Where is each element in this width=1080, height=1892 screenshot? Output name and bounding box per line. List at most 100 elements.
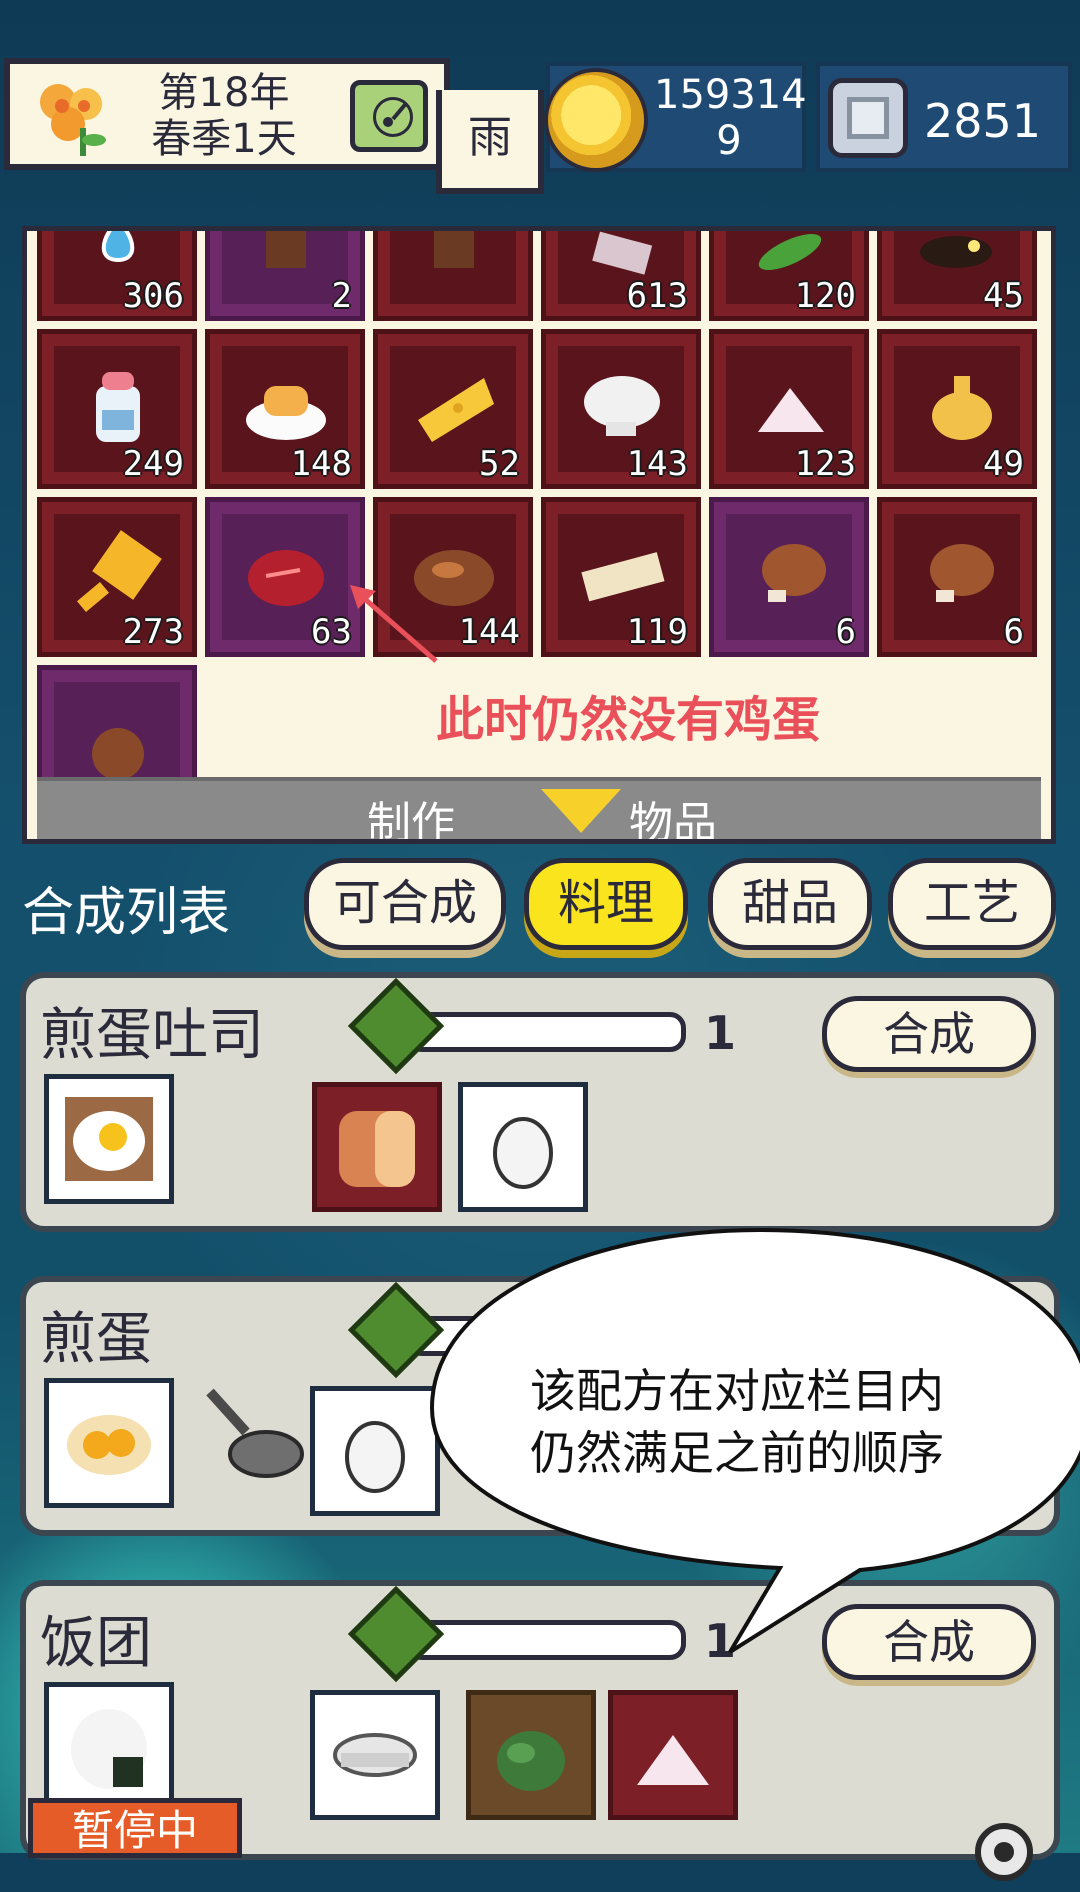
speech-bubble-line1: 该配方在对应栏目内: [530, 1364, 944, 1418]
bread-icon: [339, 1111, 415, 1187]
item-count: 148: [290, 444, 352, 484]
item-count: 45: [983, 276, 1024, 316]
item-count: 119: [626, 612, 688, 652]
inventory-slot-pudding[interactable]: 148: [205, 329, 365, 489]
rice-ball-icon: [71, 1709, 147, 1789]
weather-label: 雨: [436, 90, 544, 194]
clock-icon[interactable]: [350, 80, 428, 152]
egg-icon: [493, 1117, 553, 1189]
inventory-slot-item[interactable]: 613: [541, 231, 701, 321]
ingredient-slot-rice[interactable]: [310, 1690, 440, 1820]
cucumber-icon: [758, 233, 822, 271]
quantity-slider[interactable]: [406, 1012, 686, 1052]
result-slot[interactable]: [44, 1074, 174, 1204]
tab-cooking[interactable]: 料理: [524, 858, 688, 950]
craft-button[interactable]: 合成: [822, 996, 1036, 1072]
boot-icon: [434, 231, 474, 268]
inventory-slot-cheese[interactable]: 52: [373, 329, 533, 489]
tab-desserts[interactable]: 甜品: [708, 858, 872, 950]
slider-knob[interactable]: [347, 977, 445, 1075]
speech-bubble-text: 该配方在对应栏目内 仍然满足之前的顺序: [530, 1360, 1030, 1484]
item-count: 123: [794, 444, 856, 484]
drumstick-icon: [762, 544, 826, 602]
seaweed-icon: [497, 1731, 565, 1791]
year-label: 第18年: [158, 70, 290, 116]
oil-jug-icon: [932, 376, 992, 440]
inventory-slot-milk[interactable]: 249: [37, 329, 197, 489]
item-count: 273: [122, 612, 184, 652]
rice-bowl-icon: [333, 1733, 417, 1777]
craft-items-bar[interactable]: 制作 物品: [37, 777, 1041, 844]
gear-icon[interactable]: [964, 1812, 1044, 1892]
frying-pan-icon: [206, 1388, 304, 1478]
inventory-slot-salt[interactable]: 123: [709, 329, 869, 489]
pause-indicator[interactable]: 暂停中: [28, 1798, 242, 1858]
inventory-slot-item[interactable]: 45: [877, 231, 1037, 321]
inventory-slot-item[interactable]: [373, 231, 533, 321]
item-count: 6: [835, 612, 856, 652]
tofu-icon: [581, 552, 665, 602]
quantity-value: 1: [704, 1006, 737, 1060]
salt-pile-icon: [758, 388, 824, 432]
ingredient-slot-egg[interactable]: [310, 1386, 440, 1516]
cloth-icon: [592, 231, 653, 275]
tab-crafts[interactable]: 工艺: [888, 858, 1056, 950]
money-panel: 159314 9: [546, 62, 807, 172]
fried-egg-icon: [67, 1415, 151, 1475]
annotation-arrow-icon: [350, 585, 438, 663]
inventory-slot-item[interactable]: 2: [205, 231, 365, 321]
inventory-slot-tofu[interactable]: 119: [541, 497, 701, 657]
date-label: 第18年 春季1天: [124, 70, 324, 162]
egg-toast-icon: [65, 1097, 153, 1181]
gem-amount: 2851: [924, 94, 1042, 148]
raw-meat-icon: [248, 550, 324, 606]
gem-icon: [828, 78, 908, 158]
item-count: 120: [794, 276, 856, 316]
inventory-slot-oil[interactable]: 49: [877, 329, 1037, 489]
money-amount: 159314 9: [654, 72, 807, 164]
inventory-slot-water[interactable]: 306: [37, 231, 197, 321]
inventory-slot-honeycomb[interactable]: 273: [37, 497, 197, 657]
tab-craftable[interactable]: 可合成: [304, 858, 506, 950]
date-panel: 第18年 春季1天: [4, 58, 450, 170]
ingredient-slot-seaweed[interactable]: [466, 1690, 596, 1820]
result-slot[interactable]: [44, 1682, 174, 1812]
egg-icon: [345, 1421, 405, 1493]
recipe-name: 饭团: [40, 1611, 152, 1676]
money-amount-line1: 159314: [654, 72, 807, 118]
craft-label: 制作: [367, 798, 455, 844]
boot-icon: [266, 231, 306, 268]
season-day-label: 春季1天: [151, 116, 297, 162]
item-count: 249: [122, 444, 184, 484]
craft-list-title: 合成列表: [22, 883, 231, 943]
item-count: 144: [458, 612, 520, 652]
item-count: 143: [626, 444, 688, 484]
inventory-slot-drumstick[interactable]: 6: [709, 497, 869, 657]
item-count: 2: [331, 276, 352, 316]
inventory-slot-flour[interactable]: 143: [541, 329, 701, 489]
water-drop-icon: [101, 231, 135, 263]
result-slot[interactable]: [44, 1378, 174, 1508]
ingredient-slot-salt[interactable]: [608, 1690, 738, 1820]
item-count: 306: [122, 276, 184, 316]
inventory-slot-drumstick[interactable]: 6: [877, 497, 1037, 657]
sparkle-ore-icon: [920, 236, 992, 268]
cheese-icon: [418, 378, 494, 442]
recipe-card-egg-toast: 煎蛋吐司 1 合成: [20, 972, 1060, 1232]
salt-pile-icon: [637, 1735, 709, 1785]
items-label: 物品: [629, 798, 717, 844]
ingredient-slot-egg[interactable]: [458, 1082, 588, 1212]
item-count: 52: [479, 444, 520, 484]
annotation-text: 此时仍然没有鸡蛋: [436, 692, 821, 748]
honeycomb-icon: [77, 530, 162, 613]
flour-icon: [584, 376, 660, 436]
ingredient-slot-bread[interactable]: [312, 1082, 442, 1212]
fish-icon: [92, 728, 144, 780]
item-count: 6: [1003, 612, 1024, 652]
inventory-panel: 306 2 613 120 45 249 148 52 143 123 49 2…: [22, 226, 1056, 844]
item-count: 49: [983, 444, 1024, 484]
speech-bubble-line2: 仍然满足之前的顺序: [530, 1426, 944, 1480]
inventory-slot-raw-meat[interactable]: 63: [205, 497, 365, 657]
recipe-name: 煎蛋吐司: [40, 1003, 264, 1068]
inventory-slot-item[interactable]: 120: [709, 231, 869, 321]
